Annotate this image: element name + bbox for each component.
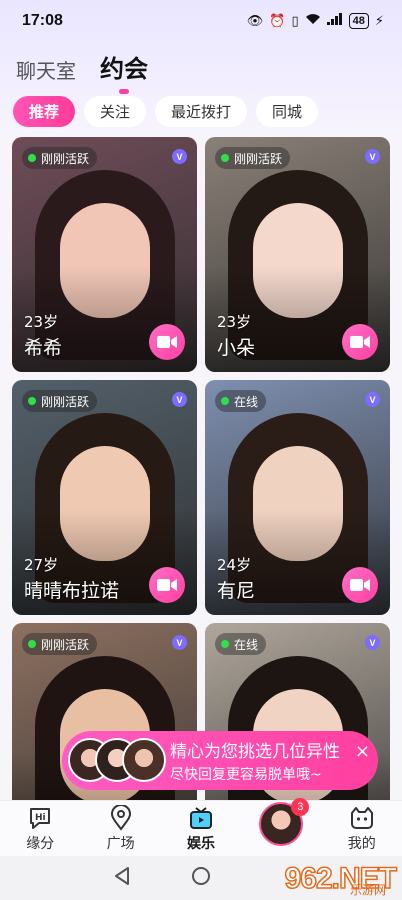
video-call-button[interactable] <box>342 324 378 360</box>
video-camera-icon <box>350 336 370 348</box>
promo-text: 精心为您挑选几位异性 尽快回复更容易脱单哦~ <box>170 737 340 784</box>
svg-text:Hi: Hi <box>35 813 46 823</box>
user-name: 希希 <box>24 337 63 359</box>
eye-icon: 👁 <box>246 13 264 29</box>
user-age: 27岁 <box>24 556 59 574</box>
chip-following[interactable]: 关注 <box>84 96 147 127</box>
online-dot-icon <box>221 640 229 648</box>
video-call-button[interactable] <box>149 324 185 360</box>
nav-entertainment[interactable]: 娱乐 <box>166 805 236 853</box>
signal-icon <box>326 13 343 29</box>
activity-status: 刚刚活跃 <box>22 147 98 169</box>
nav-entertainment-label: 娱乐 <box>186 835 215 852</box>
status-bar: 17:08 👁 ⏰ ▯ 48 ⚡ <box>0 0 402 42</box>
activity-status-label: 刚刚活跃 <box>234 151 283 166</box>
system-nav-bar: 962.NET 乐游网 <box>0 856 402 900</box>
hi-icon: Hi <box>27 805 53 831</box>
promo-avatar <box>122 738 166 782</box>
nav-match-avatar[interactable]: 3 <box>246 797 316 846</box>
verified-badge-icon: V <box>365 392 380 407</box>
activity-status-label: 刚刚活跃 <box>41 637 90 652</box>
tab-dating[interactable]: 约会 <box>100 49 148 94</box>
video-call-button[interactable] <box>149 567 185 603</box>
nav-fate-label: 缘分 <box>26 835 55 852</box>
nav-fate[interactable]: Hi 缘分 <box>5 805 75 853</box>
wifi-icon <box>305 13 321 29</box>
user-name: 有尼 <box>217 580 256 602</box>
battery-indicator: 48 <box>348 13 369 29</box>
top-tabs: 聊天室 约会 <box>16 44 148 94</box>
verified-badge-icon: V <box>172 392 187 407</box>
promo-banner[interactable]: 精心为您挑选几位异性 尽快回复更容易脱单哦~ × <box>62 731 378 790</box>
watermark: 962.NET 乐游网 <box>284 861 398 897</box>
verified-badge-icon: V <box>365 635 380 650</box>
activity-status: 刚刚活跃 <box>22 390 98 412</box>
user-card[interactable]: 刚刚活跃 V 27岁 晴晴布拉诺 <box>12 380 197 615</box>
user-name: 晴晴布拉诺 <box>24 580 120 602</box>
video-camera-icon <box>157 336 177 348</box>
nav-mine[interactable]: 我的 <box>327 805 397 853</box>
notification-badge: 3 <box>291 797 310 816</box>
activity-status: 刚刚活跃 <box>215 147 291 169</box>
tab-dating-label: 约会 <box>100 55 148 83</box>
close-icon[interactable]: × <box>355 741 370 762</box>
filter-chips: 推荐 关注 最近拨打 同城 <box>13 96 319 127</box>
video-camera-icon <box>157 579 177 591</box>
verified-badge-icon: V <box>172 635 187 650</box>
tab-active-indicator <box>119 89 129 94</box>
activity-status-label: 刚刚活跃 <box>41 151 90 166</box>
bottom-nav: Hi 缘分 广场 娱乐 3 我的 <box>0 797 402 856</box>
user-card[interactable]: 刚刚活跃 V 23岁 小朵 <box>205 137 390 372</box>
online-dot-icon <box>221 154 229 162</box>
online-dot-icon <box>28 154 36 162</box>
alarm-icon: ⏰ <box>269 13 286 29</box>
activity-status-label: 在线 <box>234 637 259 652</box>
online-dot-icon <box>221 397 229 405</box>
nav-plaza[interactable]: 广场 <box>86 804 156 853</box>
promo-title: 精心为您挑选几位异性 <box>170 742 340 762</box>
activity-status-label: 刚刚活跃 <box>41 394 90 409</box>
nav-plaza-label: 广场 <box>106 835 135 852</box>
charging-icon: ⚡ <box>374 13 384 29</box>
promo-subtitle: 尽快回复更容易脱单哦~ <box>170 767 322 783</box>
video-call-button[interactable] <box>342 567 378 603</box>
user-age: 23岁 <box>217 313 252 331</box>
nav-mine-label: 我的 <box>347 835 376 852</box>
face-icon <box>349 805 375 831</box>
promo-avatars <box>68 731 166 790</box>
activity-status: 在线 <box>215 633 267 655</box>
status-time: 17:08 <box>22 12 63 29</box>
chip-recent-calls[interactable]: 最近拨打 <box>155 96 248 127</box>
online-dot-icon <box>28 640 36 648</box>
user-card[interactable]: 在线 V 24岁 有尼 <box>205 380 390 615</box>
status-icons: 👁 ⏰ ▯ 48 ⚡ <box>247 13 384 29</box>
location-pin-icon <box>108 804 134 831</box>
chip-same-city[interactable]: 同城 <box>256 96 319 127</box>
verified-badge-icon: V <box>172 149 187 164</box>
home-icon[interactable] <box>191 866 211 890</box>
tab-chatroom[interactable]: 聊天室 <box>16 55 76 84</box>
activity-status: 在线 <box>215 390 267 412</box>
user-age: 23岁 <box>24 313 59 331</box>
avatar: 3 <box>259 797 310 846</box>
user-age: 24岁 <box>217 556 252 574</box>
activity-status-label: 在线 <box>234 394 259 409</box>
user-card[interactable]: 刚刚活跃 V 23岁 希希 <box>12 137 197 372</box>
tv-icon <box>188 805 214 831</box>
video-camera-icon <box>350 579 370 591</box>
chip-recommend[interactable]: 推荐 <box>13 96 76 127</box>
back-icon[interactable] <box>113 866 131 890</box>
user-name: 小朵 <box>217 337 256 359</box>
activity-status: 刚刚活跃 <box>22 633 98 655</box>
verified-badge-icon: V <box>365 149 380 164</box>
vibrate-icon: ▯ <box>291 13 299 29</box>
online-dot-icon <box>28 397 36 405</box>
watermark-sub: 乐游网 <box>349 883 386 897</box>
